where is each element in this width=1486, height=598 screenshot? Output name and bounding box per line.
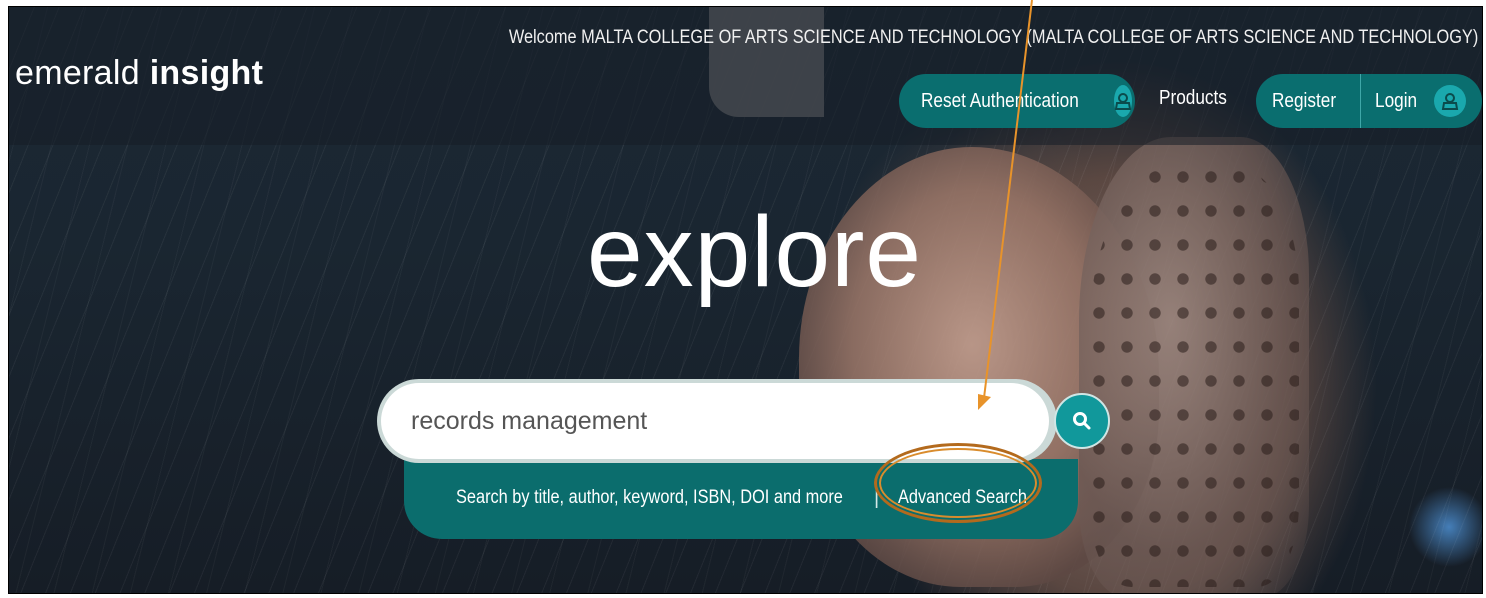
annotation-arrow: [978, 0, 1033, 410]
